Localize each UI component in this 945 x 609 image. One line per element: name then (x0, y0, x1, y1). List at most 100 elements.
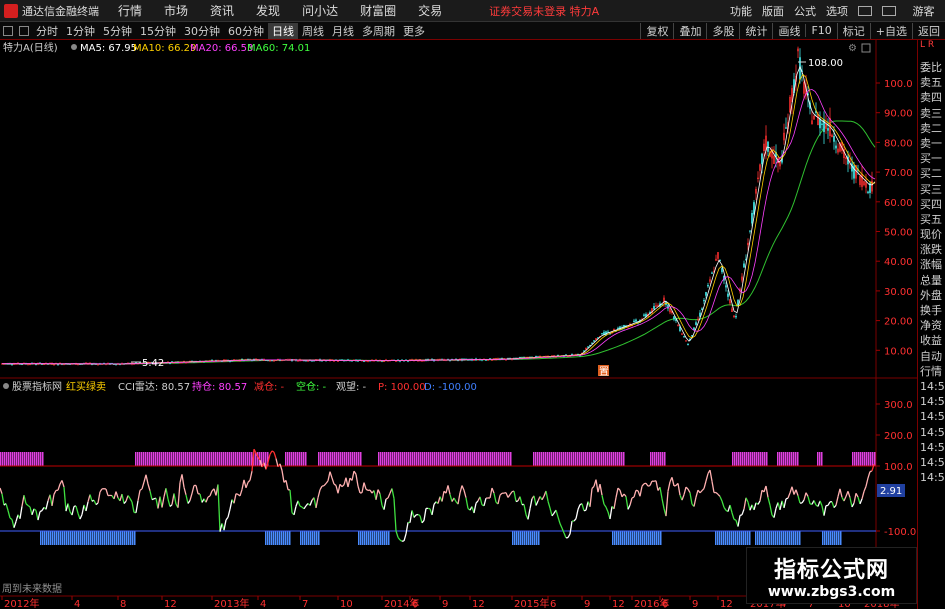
cci-segment (519, 496, 523, 505)
cci-segment (331, 477, 335, 485)
side-item[interactable]: 14:5 (918, 470, 945, 485)
side-item[interactable]: 卖三 (918, 106, 945, 121)
cci-segment (563, 532, 567, 539)
cci-segment (819, 500, 823, 506)
settings-icon[interactable]: ⚙ (848, 43, 857, 54)
hold-bar (36, 452, 38, 466)
short-bar (795, 531, 797, 545)
moving-average-lines (2, 65, 876, 365)
short-bar (538, 531, 540, 545)
cci-segment (797, 495, 801, 504)
candle-body (821, 123, 823, 125)
side-item[interactable]: 14:5 (918, 394, 945, 409)
cci-segment (351, 471, 355, 481)
cci-segment (787, 492, 791, 499)
hold-bar (139, 452, 141, 466)
hold-bar (354, 452, 356, 466)
hold-bar (426, 452, 428, 466)
side-item[interactable]: 自动 (918, 349, 945, 364)
hold-bar (8, 452, 10, 466)
side-item[interactable]: 卖二 (918, 121, 945, 136)
hold-bar (175, 452, 177, 466)
short-bar (731, 531, 733, 545)
short-bar (52, 531, 54, 545)
hold-bar (748, 452, 750, 466)
cci-segment (523, 504, 527, 515)
side-item[interactable]: 卖一 (918, 136, 945, 151)
hold-bar (420, 452, 422, 466)
side-item[interactable]: 买五 (918, 212, 945, 227)
hold-bar (734, 452, 736, 466)
short-bar (536, 531, 538, 545)
cci-segment (863, 486, 867, 492)
cci-segment (747, 502, 751, 511)
cci-segment (131, 501, 135, 513)
cci-segment (591, 485, 595, 489)
side-item[interactable]: 行情 (918, 364, 945, 379)
hold-bar (781, 452, 783, 466)
date-tick-label: 9 (442, 599, 448, 609)
cci-segment (37, 511, 41, 521)
current-value-label: 2.91 (880, 486, 902, 497)
cci-segment (639, 486, 643, 497)
short-bar (512, 531, 514, 545)
short-bar (114, 531, 116, 545)
hold-bar (141, 452, 143, 466)
cci-segment (853, 493, 857, 504)
hold-bar (870, 452, 872, 466)
hold-bar (38, 452, 40, 466)
short-bar (283, 531, 285, 545)
cci-segment (285, 480, 289, 490)
side-item[interactable]: 买三 (918, 182, 945, 197)
short-bar (773, 531, 775, 545)
short-bar (360, 531, 362, 545)
side-item[interactable]: 14:5 (918, 425, 945, 440)
short-bar (797, 531, 799, 545)
side-item[interactable]: 换手 (918, 303, 945, 318)
side-item[interactable]: 买四 (918, 197, 945, 212)
cci-segment (337, 484, 341, 494)
short-bar (269, 531, 271, 545)
side-item[interactable]: 14:5 (918, 379, 945, 394)
hold-bar (342, 452, 344, 466)
side-item[interactable]: 收益 (918, 333, 945, 348)
side-item[interactable]: 14:5 (918, 409, 945, 424)
hold-bar (336, 452, 338, 466)
short-bar (787, 531, 789, 545)
cci-segment (393, 498, 397, 531)
short-bar (642, 531, 644, 545)
cci-segment (615, 487, 619, 498)
price-tick-label: 80.00 (884, 138, 913, 149)
side-item[interactable]: 卖五 (918, 75, 945, 90)
side-item[interactable]: 14:5 (918, 440, 945, 455)
side-item[interactable]: 外盘 (918, 288, 945, 303)
short-bar (308, 531, 310, 545)
side-item[interactable]: 净资 (918, 318, 945, 333)
side-item[interactable]: 总量 (918, 273, 945, 288)
candle-body (633, 320, 635, 323)
hold-bar (650, 452, 652, 466)
side-item[interactable]: 涨跌 (918, 242, 945, 257)
hold-bar (561, 452, 563, 466)
side-item[interactable]: 委比 (918, 60, 945, 75)
panel-max-icon[interactable] (861, 43, 871, 53)
cci-segment (685, 486, 689, 490)
side-item[interactable]: 买一 (918, 151, 945, 166)
side-item[interactable]: 涨幅 (918, 257, 945, 272)
side-item[interactable]: 14:5 (918, 455, 945, 470)
hold-bar (24, 452, 26, 466)
hold-bar (793, 452, 795, 466)
candle-body (719, 259, 721, 261)
cci-segment (97, 491, 101, 504)
legend-toggle-icon[interactable] (71, 44, 77, 50)
hold-bar (617, 452, 619, 466)
side-item[interactable]: 卖四 (918, 90, 945, 105)
short-bar (44, 531, 46, 545)
short-bar (316, 531, 318, 545)
cci-segment (293, 506, 297, 516)
indicator-toggle-icon[interactable] (3, 383, 9, 389)
side-item[interactable]: 买二 (918, 166, 945, 181)
chart-canvas[interactable]: 特力A(日线) MA5: 67.95 MA10: 66.29 MA20: 66.… (0, 0, 917, 609)
short-bar (618, 531, 620, 545)
side-item[interactable]: 现价 (918, 227, 945, 242)
